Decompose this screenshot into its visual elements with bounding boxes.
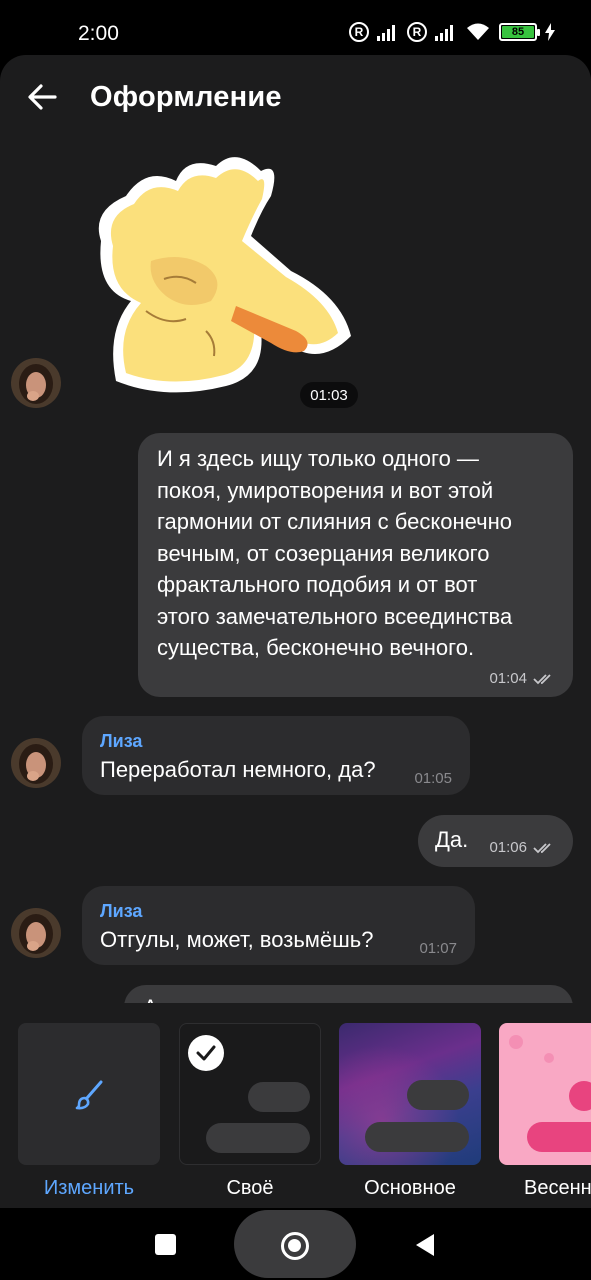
preview-bubble-in: [206, 1123, 310, 1153]
message-text: Отгулы, может, возьмёшь?: [100, 927, 374, 952]
message-time: 01:04: [489, 670, 527, 687]
sender-name[interactable]: Лиза: [100, 901, 142, 922]
background-picker: Изменить Своё Основное Весенн: [0, 1003, 591, 1208]
message-line: вечным, от созерцания великого: [157, 540, 490, 566]
page-title: Оформление: [90, 81, 282, 113]
sender-name[interactable]: Лиза: [100, 731, 142, 752]
custom-background-tile[interactable]: [179, 1023, 321, 1165]
back-button[interactable]: [22, 79, 62, 115]
spring-background-tile[interactable]: [499, 1023, 591, 1165]
preview-bubble-out: [569, 1081, 591, 1111]
preview-bubble-out: [248, 1082, 310, 1112]
arrow-left-icon: [28, 84, 57, 110]
message-line: этого замечательного всеединства: [157, 603, 513, 629]
message-text: И я здесь ищу только одного — покоя, уми…: [157, 443, 512, 664]
message-time: 01:06: [489, 839, 527, 856]
incoming-message[interactable]: Лиза Переработал немного, да? 01:05: [82, 716, 470, 795]
home-button-dot: [288, 1239, 301, 1252]
message-text: Да.: [435, 827, 469, 852]
avatar-photo: [11, 738, 61, 788]
tile-texture: [509, 1035, 523, 1049]
message-meta: 01:04: [489, 670, 555, 687]
tile-label-custom[interactable]: Своё: [179, 1177, 321, 1200]
registered-icon-2: R: [407, 22, 427, 42]
system-navbar: [0, 1208, 591, 1280]
double-check-icon: [533, 673, 551, 684]
tile-label-spring[interactable]: Весенн: [499, 1177, 591, 1200]
message-line: гармонии от слияния с бесконечно: [157, 509, 512, 534]
status-time: 2:00: [78, 22, 119, 45]
outgoing-message[interactable]: Да. 01:06: [418, 815, 573, 867]
selected-check: [188, 1035, 224, 1071]
edit-background-tile[interactable]: [18, 1023, 160, 1165]
message-line: фрактального подобия и от вот: [157, 572, 478, 597]
charging-icon: [545, 23, 555, 41]
battery-level: 85: [502, 26, 534, 38]
preview-bubble-in: [365, 1122, 469, 1152]
incoming-message[interactable]: Лиза Отгулы, может, возьмёшь? 01:07: [82, 886, 475, 965]
sticker-time: 01:03: [300, 382, 358, 408]
recents-button[interactable]: [155, 1234, 176, 1255]
main-background-tile[interactable]: [339, 1023, 481, 1165]
tile-label-edit[interactable]: Изменить: [18, 1177, 160, 1200]
signal-icon: [377, 25, 395, 41]
back-nav-icon[interactable]: [414, 1232, 436, 1258]
header: Оформление: [0, 55, 591, 139]
message-time: 01:07: [419, 940, 457, 957]
chat-background-screen: Оформление 01:03 И я здесь ищу только од…: [0, 55, 591, 1208]
wifi-icon: [467, 23, 489, 40]
avatar[interactable]: [11, 738, 61, 788]
battery-icon: 85: [499, 23, 540, 41]
outgoing-message[interactable]: И я здесь ищу только одного — покоя, уми…: [138, 433, 573, 697]
signal-icon-2: [435, 25, 453, 41]
avatar[interactable]: [11, 908, 61, 958]
preview-bubble-in: [527, 1122, 591, 1152]
message-meta: 01:06: [489, 839, 555, 856]
status-bar: 2:00 R R 85: [0, 0, 591, 60]
brush-icon: [75, 1080, 103, 1110]
message-time: 01:05: [414, 770, 452, 787]
message-line: покоя, умиротворения и вот этой: [157, 477, 494, 503]
status-icons: R R 85: [349, 22, 555, 42]
message-text: Переработал немного, да?: [100, 757, 376, 782]
avatar-photo: [11, 908, 61, 958]
tile-texture: [544, 1053, 554, 1063]
registered-icon: R: [349, 22, 369, 42]
avatar-photo: [11, 358, 61, 408]
preview-bubble-out: [407, 1080, 469, 1110]
avatar[interactable]: [11, 358, 61, 408]
tile-label-main[interactable]: Основное: [339, 1177, 481, 1200]
message-line: существа, бесконечно вечного.: [157, 635, 475, 660]
message-line: И я здесь ищу только одного —: [157, 446, 479, 471]
check-icon: [196, 1045, 216, 1061]
sticker-image[interactable]: [86, 151, 356, 401]
home-button[interactable]: [281, 1232, 309, 1260]
double-check-icon: [533, 842, 551, 853]
